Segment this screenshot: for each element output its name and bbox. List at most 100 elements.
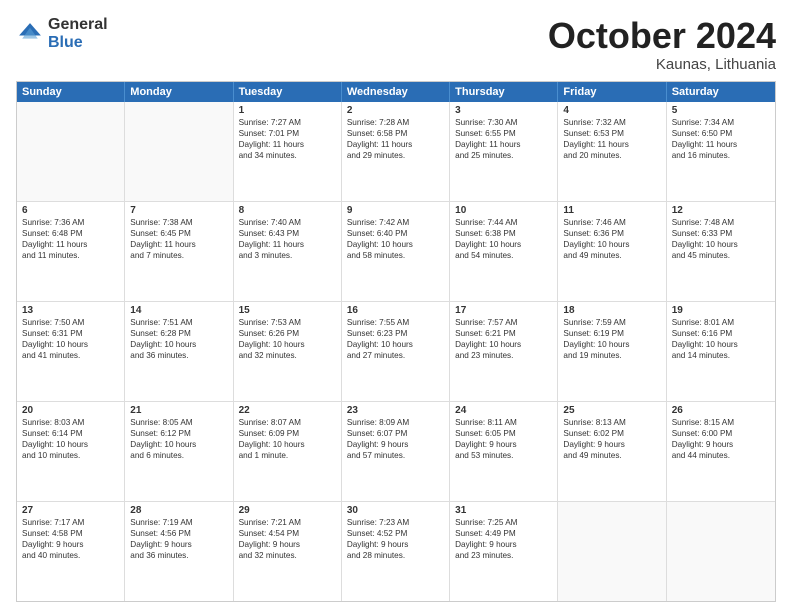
day-number: 14	[130, 305, 227, 316]
calendar-body: 1Sunrise: 7:27 AMSunset: 7:01 PMDaylight…	[17, 102, 775, 601]
calendar-cell: 10Sunrise: 7:44 AMSunset: 6:38 PMDayligh…	[450, 202, 558, 301]
day-number: 7	[130, 205, 227, 216]
calendar-cell: 17Sunrise: 7:57 AMSunset: 6:21 PMDayligh…	[450, 302, 558, 401]
calendar-cell: 25Sunrise: 8:13 AMSunset: 6:02 PMDayligh…	[558, 402, 666, 501]
calendar-cell: 4Sunrise: 7:32 AMSunset: 6:53 PMDaylight…	[558, 102, 666, 201]
calendar-row-1: 6Sunrise: 7:36 AMSunset: 6:48 PMDaylight…	[17, 201, 775, 301]
cell-text: Sunrise: 7:42 AMSunset: 6:40 PMDaylight:…	[347, 217, 444, 261]
cell-text: Sunrise: 7:50 AMSunset: 6:31 PMDaylight:…	[22, 317, 119, 361]
cell-text: Sunrise: 7:21 AMSunset: 4:54 PMDaylight:…	[239, 517, 336, 561]
day-number: 23	[347, 405, 444, 416]
calendar-header: SundayMondayTuesdayWednesdayThursdayFrid…	[17, 82, 775, 102]
cell-text: Sunrise: 7:25 AMSunset: 4:49 PMDaylight:…	[455, 517, 552, 561]
calendar-cell: 7Sunrise: 7:38 AMSunset: 6:45 PMDaylight…	[125, 202, 233, 301]
day-number: 12	[672, 205, 770, 216]
calendar-cell: 29Sunrise: 7:21 AMSunset: 4:54 PMDayligh…	[234, 502, 342, 601]
day-number: 25	[563, 405, 660, 416]
day-number: 8	[239, 205, 336, 216]
calendar-cell: 3Sunrise: 7:30 AMSunset: 6:55 PMDaylight…	[450, 102, 558, 201]
cell-text: Sunrise: 7:48 AMSunset: 6:33 PMDaylight:…	[672, 217, 770, 261]
cell-text: Sunrise: 7:19 AMSunset: 4:56 PMDaylight:…	[130, 517, 227, 561]
day-number: 18	[563, 305, 660, 316]
calendar-cell: 23Sunrise: 8:09 AMSunset: 6:07 PMDayligh…	[342, 402, 450, 501]
cell-text: Sunrise: 7:46 AMSunset: 6:36 PMDaylight:…	[563, 217, 660, 261]
header-day-friday: Friday	[558, 82, 666, 102]
calendar-cell: 19Sunrise: 8:01 AMSunset: 6:16 PMDayligh…	[667, 302, 775, 401]
day-number: 19	[672, 305, 770, 316]
calendar-cell	[125, 102, 233, 201]
header-day-monday: Monday	[125, 82, 233, 102]
calendar-cell: 1Sunrise: 7:27 AMSunset: 7:01 PMDaylight…	[234, 102, 342, 201]
cell-text: Sunrise: 7:51 AMSunset: 6:28 PMDaylight:…	[130, 317, 227, 361]
calendar-cell: 13Sunrise: 7:50 AMSunset: 6:31 PMDayligh…	[17, 302, 125, 401]
logo-blue: Blue	[48, 34, 108, 52]
calendar: SundayMondayTuesdayWednesdayThursdayFrid…	[16, 81, 776, 602]
day-number: 20	[22, 405, 119, 416]
cell-text: Sunrise: 8:07 AMSunset: 6:09 PMDaylight:…	[239, 417, 336, 461]
cell-text: Sunrise: 7:27 AMSunset: 7:01 PMDaylight:…	[239, 117, 336, 161]
header: General Blue October 2024 Kaunas, Lithua…	[16, 16, 776, 73]
calendar-cell	[667, 502, 775, 601]
calendar-cell: 11Sunrise: 7:46 AMSunset: 6:36 PMDayligh…	[558, 202, 666, 301]
cell-text: Sunrise: 7:57 AMSunset: 6:21 PMDaylight:…	[455, 317, 552, 361]
cell-text: Sunrise: 8:09 AMSunset: 6:07 PMDaylight:…	[347, 417, 444, 461]
logo-general: General	[48, 16, 108, 34]
calendar-cell: 21Sunrise: 8:05 AMSunset: 6:12 PMDayligh…	[125, 402, 233, 501]
cell-text: Sunrise: 7:30 AMSunset: 6:55 PMDaylight:…	[455, 117, 552, 161]
day-number: 21	[130, 405, 227, 416]
calendar-cell: 12Sunrise: 7:48 AMSunset: 6:33 PMDayligh…	[667, 202, 775, 301]
calendar-cell: 20Sunrise: 8:03 AMSunset: 6:14 PMDayligh…	[17, 402, 125, 501]
cell-text: Sunrise: 8:15 AMSunset: 6:00 PMDaylight:…	[672, 417, 770, 461]
header-day-sunday: Sunday	[17, 82, 125, 102]
calendar-cell: 15Sunrise: 7:53 AMSunset: 6:26 PMDayligh…	[234, 302, 342, 401]
day-number: 22	[239, 405, 336, 416]
calendar-cell: 8Sunrise: 7:40 AMSunset: 6:43 PMDaylight…	[234, 202, 342, 301]
logo: General Blue	[16, 16, 108, 51]
day-number: 31	[455, 505, 552, 516]
day-number: 2	[347, 105, 444, 116]
cell-text: Sunrise: 8:05 AMSunset: 6:12 PMDaylight:…	[130, 417, 227, 461]
cell-text: Sunrise: 7:38 AMSunset: 6:45 PMDaylight:…	[130, 217, 227, 261]
title-block: October 2024 Kaunas, Lithuania	[548, 16, 776, 73]
calendar-cell: 24Sunrise: 8:11 AMSunset: 6:05 PMDayligh…	[450, 402, 558, 501]
day-number: 13	[22, 305, 119, 316]
day-number: 3	[455, 105, 552, 116]
header-day-wednesday: Wednesday	[342, 82, 450, 102]
calendar-cell: 22Sunrise: 8:07 AMSunset: 6:09 PMDayligh…	[234, 402, 342, 501]
cell-text: Sunrise: 8:11 AMSunset: 6:05 PMDaylight:…	[455, 417, 552, 461]
calendar-cell: 18Sunrise: 7:59 AMSunset: 6:19 PMDayligh…	[558, 302, 666, 401]
day-number: 24	[455, 405, 552, 416]
logo-icon	[16, 20, 44, 48]
location: Kaunas, Lithuania	[548, 56, 776, 73]
day-number: 9	[347, 205, 444, 216]
cell-text: Sunrise: 7:59 AMSunset: 6:19 PMDaylight:…	[563, 317, 660, 361]
day-number: 5	[672, 105, 770, 116]
calendar-cell: 14Sunrise: 7:51 AMSunset: 6:28 PMDayligh…	[125, 302, 233, 401]
day-number: 29	[239, 505, 336, 516]
calendar-cell: 28Sunrise: 7:19 AMSunset: 4:56 PMDayligh…	[125, 502, 233, 601]
header-day-saturday: Saturday	[667, 82, 775, 102]
day-number: 26	[672, 405, 770, 416]
calendar-row-3: 20Sunrise: 8:03 AMSunset: 6:14 PMDayligh…	[17, 401, 775, 501]
day-number: 4	[563, 105, 660, 116]
calendar-cell: 27Sunrise: 7:17 AMSunset: 4:58 PMDayligh…	[17, 502, 125, 601]
cell-text: Sunrise: 7:53 AMSunset: 6:26 PMDaylight:…	[239, 317, 336, 361]
day-number: 30	[347, 505, 444, 516]
calendar-row-2: 13Sunrise: 7:50 AMSunset: 6:31 PMDayligh…	[17, 301, 775, 401]
calendar-cell: 26Sunrise: 8:15 AMSunset: 6:00 PMDayligh…	[667, 402, 775, 501]
calendar-cell: 9Sunrise: 7:42 AMSunset: 6:40 PMDaylight…	[342, 202, 450, 301]
day-number: 10	[455, 205, 552, 216]
calendar-cell: 2Sunrise: 7:28 AMSunset: 6:58 PMDaylight…	[342, 102, 450, 201]
day-number: 27	[22, 505, 119, 516]
calendar-cell: 30Sunrise: 7:23 AMSunset: 4:52 PMDayligh…	[342, 502, 450, 601]
month-title: October 2024	[548, 16, 776, 56]
day-number: 6	[22, 205, 119, 216]
cell-text: Sunrise: 7:44 AMSunset: 6:38 PMDaylight:…	[455, 217, 552, 261]
cell-text: Sunrise: 8:03 AMSunset: 6:14 PMDaylight:…	[22, 417, 119, 461]
cell-text: Sunrise: 7:36 AMSunset: 6:48 PMDaylight:…	[22, 217, 119, 261]
cell-text: Sunrise: 7:17 AMSunset: 4:58 PMDaylight:…	[22, 517, 119, 561]
cell-text: Sunrise: 8:13 AMSunset: 6:02 PMDaylight:…	[563, 417, 660, 461]
calendar-row-4: 27Sunrise: 7:17 AMSunset: 4:58 PMDayligh…	[17, 501, 775, 601]
header-day-tuesday: Tuesday	[234, 82, 342, 102]
calendar-cell	[17, 102, 125, 201]
